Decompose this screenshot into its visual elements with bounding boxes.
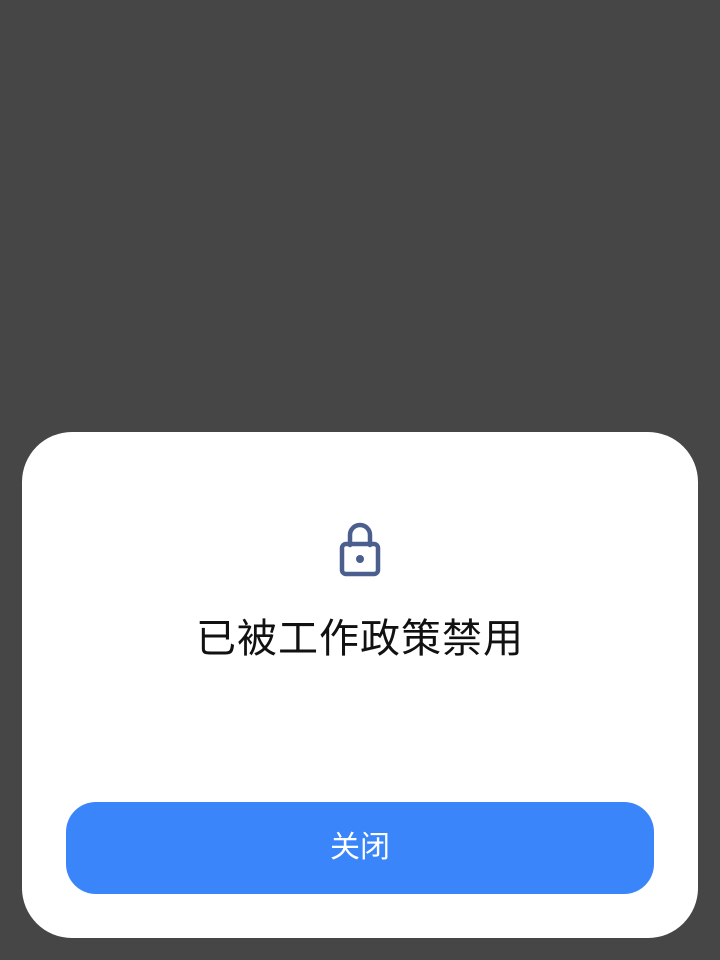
dialog-title: 已被工作政策禁用 <box>196 616 524 662</box>
policy-disabled-dialog: 已被工作政策禁用 关闭 <box>22 432 698 938</box>
close-button[interactable]: 关闭 <box>66 802 654 894</box>
lock-icon <box>339 520 381 578</box>
